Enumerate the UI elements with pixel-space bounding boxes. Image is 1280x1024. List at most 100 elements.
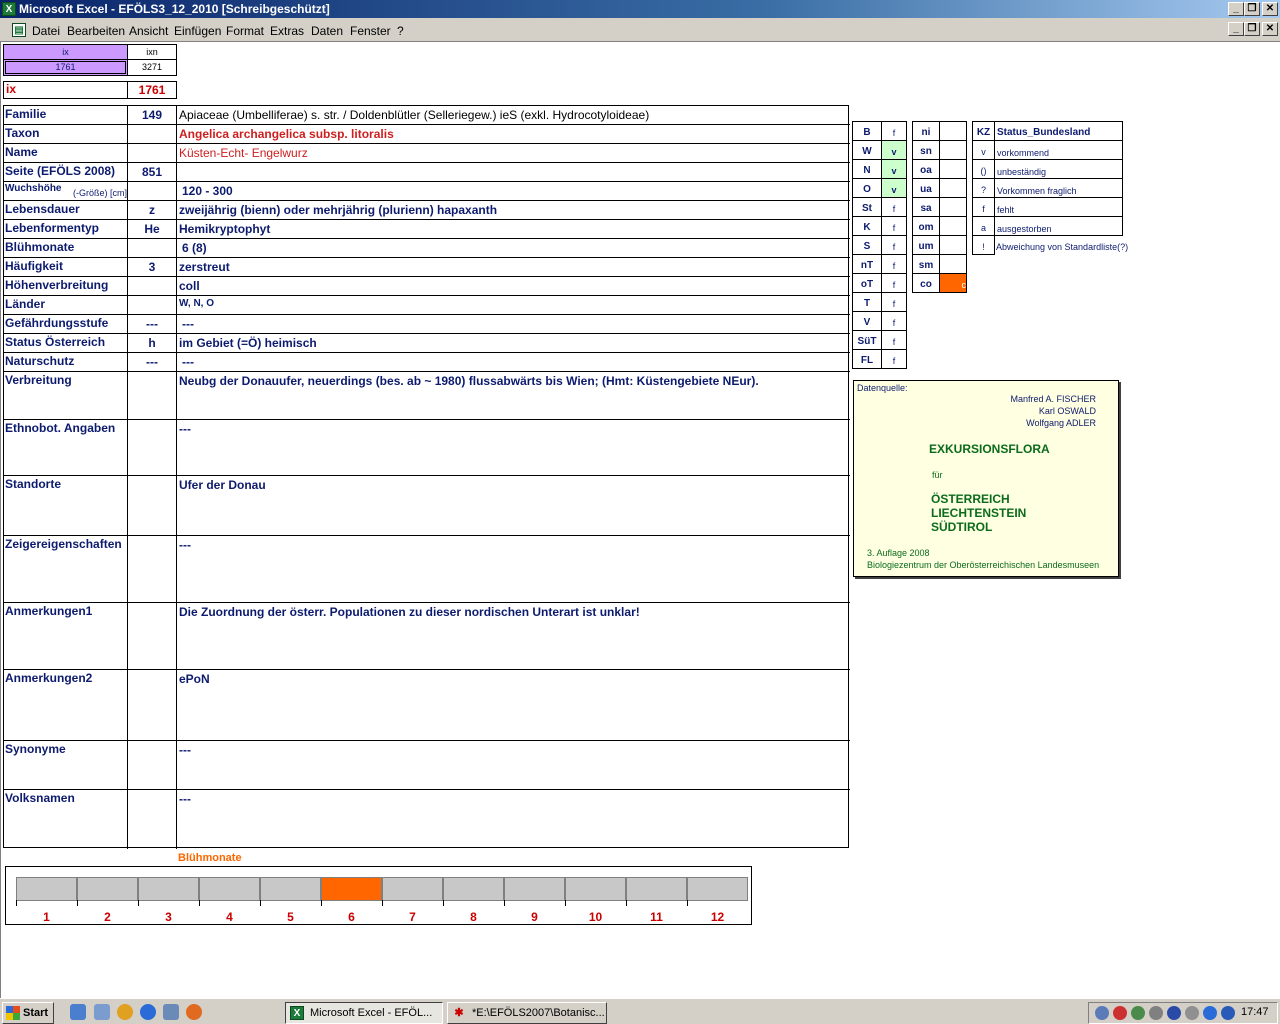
row-value[interactable]: --- <box>182 317 194 331</box>
row-code[interactable]: --- <box>128 317 176 331</box>
row-value[interactable]: Küsten-Echt- Engelwurz <box>179 146 308 160</box>
tray-search-icon[interactable] <box>1131 1006 1145 1020</box>
row-value[interactable]: Hemikryptophyt <box>179 222 270 236</box>
row-value[interactable]: Neubg der Donauufer, neuerdings (bes. ab… <box>179 374 759 388</box>
bundesland-status-cell[interactable]: f <box>881 349 907 369</box>
hoehe-status-cell[interactable] <box>939 197 967 217</box>
menu-extras[interactable]: Extras <box>270 24 304 38</box>
bundesland-status-cell[interactable]: v <box>881 178 907 198</box>
row-code[interactable]: 149 <box>128 108 176 122</box>
bundesland-status-cell[interactable]: f <box>881 216 907 236</box>
tray-volume-icon[interactable] <box>1113 1006 1127 1020</box>
row-value[interactable]: Apiaceae (Umbelliferae) s. str. / Dolden… <box>179 108 649 122</box>
quicklaunch-mail-icon[interactable] <box>163 1004 179 1020</box>
row-value[interactable]: 6 (8) <box>182 241 207 255</box>
row-code[interactable]: 3 <box>128 260 176 274</box>
ix-value-cell[interactable]: 1761 <box>3 59 128 76</box>
tray-usb-icon[interactable] <box>1149 1006 1163 1020</box>
row-value[interactable]: --- <box>182 355 194 369</box>
quicklaunch-desktop-icon[interactable] <box>94 1004 110 1020</box>
worksheet[interactable]: ix ixn 1761 3271 ix 1761 Familie 149 Apiac… <box>0 42 1280 998</box>
doc-close-button[interactable]: ✕ <box>1262 22 1278 36</box>
bundesland-status-cell[interactable]: f <box>881 254 907 274</box>
row-value[interactable]: --- <box>179 743 191 757</box>
task-excel[interactable]: X Microsoft Excel - EFÖL... <box>285 1002 443 1024</box>
quicklaunch-firefox-icon[interactable] <box>186 1004 202 1020</box>
row-value[interactable]: im Gebiet (=Ö) heimisch <box>179 336 317 350</box>
hoehe-status-cell[interactable] <box>939 121 967 141</box>
quicklaunch-browser-icon[interactable] <box>140 1004 156 1020</box>
row-label: Länder <box>5 297 46 311</box>
start-button[interactable]: Start <box>2 1002 54 1024</box>
quicklaunch-media-icon[interactable] <box>117 1004 133 1020</box>
row-value[interactable]: zerstreut <box>179 260 230 274</box>
bloom-month-bar <box>626 877 687 901</box>
row-value[interactable]: coll <box>179 279 200 293</box>
row-code[interactable]: z <box>128 203 176 217</box>
hoehe-status-cell[interactable] <box>939 216 967 236</box>
row-code[interactable]: h <box>128 336 176 350</box>
source-fuer: für <box>932 470 943 480</box>
bundesland-status-cell[interactable]: f <box>881 273 907 293</box>
menu-datei[interactable]: Datei <box>32 24 60 38</box>
hoehe-status-cell[interactable] <box>939 178 967 198</box>
excel-icon[interactable]: X <box>2 2 16 16</box>
row-value[interactable]: zweijährig (bienn) oder mehrjährig (plur… <box>179 203 497 217</box>
maximize-button[interactable]: ❐ <box>1244 2 1260 16</box>
hoehe-status-cell[interactable] <box>939 140 967 160</box>
menu-ansicht[interactable]: Ansicht <box>129 24 168 38</box>
minimize-button[interactable]: _ <box>1228 2 1244 16</box>
bundesland-status-cell[interactable]: v <box>881 159 907 179</box>
row-label: Status Österreich <box>5 335 106 349</box>
bundesland-code-cell: SüT <box>852 330 882 350</box>
doc-minimize-button[interactable]: _ <box>1228 22 1244 36</box>
document-icon[interactable]: ▤ <box>12 23 26 37</box>
ixn-value-cell[interactable]: 3271 <box>127 59 177 76</box>
bundesland-status-cell[interactable]: f <box>881 311 907 331</box>
tray-clock-icon[interactable] <box>1185 1006 1199 1020</box>
row-value[interactable]: 120 - 300 <box>182 184 233 198</box>
row-value[interactable]: W, N, O <box>179 298 214 309</box>
bloom-month-bar <box>504 877 565 901</box>
quicklaunch-ie-icon[interactable] <box>70 1004 86 1020</box>
tray-globe-icon[interactable] <box>1221 1006 1235 1020</box>
row-label: Höhenverbreitung <box>5 278 109 292</box>
menu-daten[interactable]: Daten <box>311 24 343 38</box>
doc-restore-button[interactable]: ❐ <box>1244 22 1260 36</box>
task-editor[interactable]: ✱ *E:\EFÖLS2007\Botanisc... <box>447 1002 607 1024</box>
bundesland-status-cell[interactable]: f <box>881 121 907 141</box>
menu-bearbeiten[interactable]: Bearbeiten <box>67 24 125 38</box>
hoehe-status-cell[interactable] <box>939 254 967 274</box>
close-button[interactable]: ✕ <box>1262 2 1278 16</box>
hoehe-status-cell[interactable] <box>939 235 967 255</box>
row-value[interactable]: --- <box>179 538 191 552</box>
menu-fenster[interactable]: Fenster <box>350 24 391 38</box>
row-code[interactable]: --- <box>128 355 176 369</box>
hoehe-status-cell[interactable] <box>939 159 967 179</box>
tray-network-icon[interactable] <box>1095 1006 1109 1020</box>
row-value[interactable]: --- <box>179 422 191 436</box>
row-value[interactable]: --- <box>179 792 191 806</box>
menu-help[interactable]: ? <box>397 24 404 38</box>
menu-bar: ▤ Datei Bearbeiten Ansicht Einfügen Form… <box>0 18 1280 42</box>
bundesland-status: f <box>892 242 896 252</box>
bundesland-status-cell[interactable]: f <box>881 197 907 217</box>
row-code[interactable]: He <box>128 222 176 236</box>
row-value[interactable]: Angelica archangelica subsp. litoralis <box>179 127 394 141</box>
row-value[interactable]: ePoN <box>179 672 210 686</box>
menu-einfuegen[interactable]: Einfügen <box>174 24 221 38</box>
tray-shield-icon[interactable] <box>1167 1006 1181 1020</box>
bundesland-status-cell[interactable]: f <box>881 330 907 350</box>
hoehe-status-cell[interactable]: c <box>939 273 967 293</box>
tray-info-icon[interactable] <box>1203 1006 1217 1020</box>
bloom-month-bar <box>260 877 321 901</box>
row-code[interactable]: 851 <box>128 165 176 179</box>
menu-format[interactable]: Format <box>226 24 264 38</box>
bundesland-status: f <box>892 204 896 214</box>
row-value[interactable]: Die Zuordnung der österr. Populationen z… <box>179 605 640 619</box>
bundesland-status-cell[interactable]: f <box>881 292 907 312</box>
bundesland-status-cell[interactable]: f <box>881 235 907 255</box>
bloom-month-bar <box>443 877 504 901</box>
bundesland-status-cell[interactable]: v <box>881 140 907 160</box>
row-value[interactable]: Ufer der Donau <box>179 478 266 492</box>
